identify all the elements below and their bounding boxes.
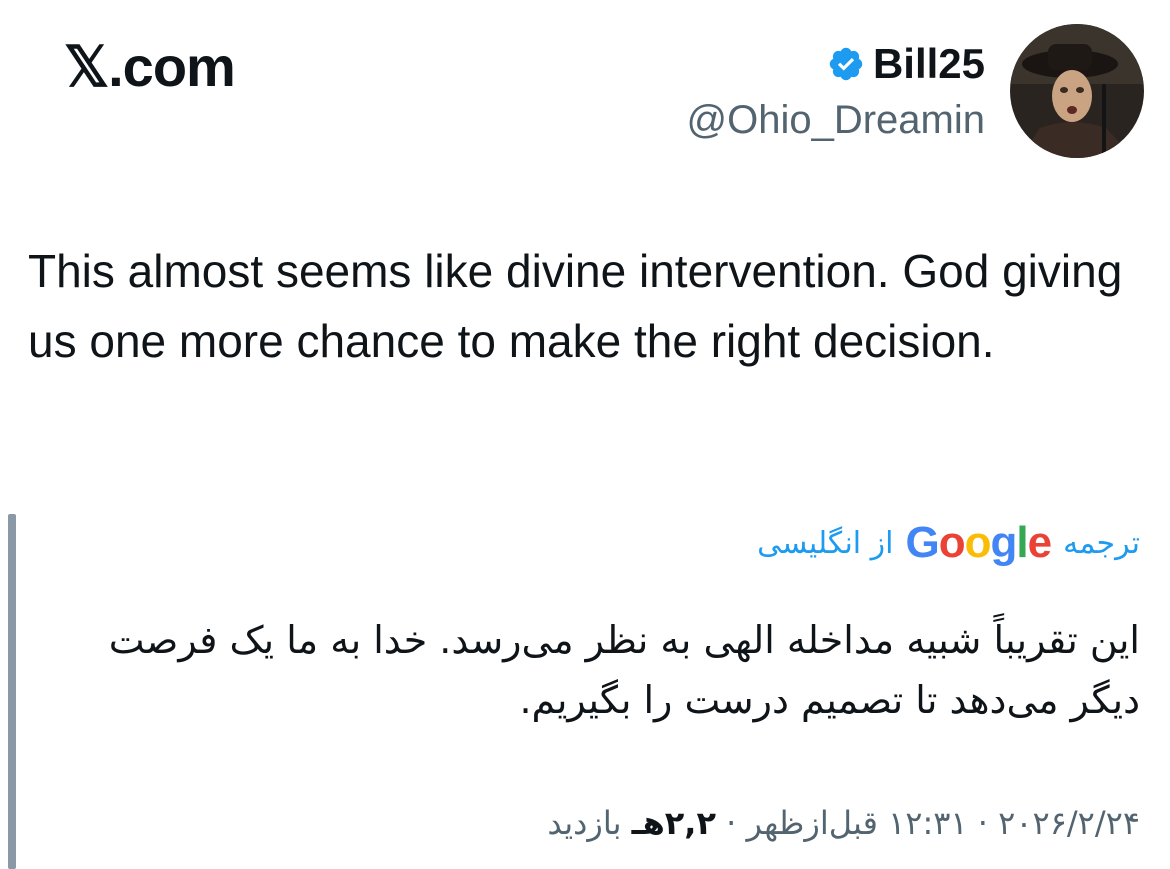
tweet-date[interactable]: ۲۰۲۶/۲/۲۴: [998, 804, 1140, 842]
meta-separator: ·: [977, 804, 988, 842]
author-name-row: Bill25: [687, 40, 985, 88]
avatar[interactable]: [1010, 24, 1144, 158]
tweet-time[interactable]: ۱۲:۳۱ قبل‌ازظهر: [747, 804, 968, 842]
author-block[interactable]: Bill25 @Ohio_Dreamin: [687, 40, 986, 143]
translated-text: این تقریباً شبیه مداخله الهی به نظر می‌ر…: [108, 618, 1140, 722]
translate-attribution[interactable]: ترجمه Google از انگلیسی: [757, 518, 1140, 568]
views-label: بازدید: [547, 804, 622, 842]
site-label: 𝕏.com: [64, 35, 236, 98]
tweet-screenshot: 𝕏.com Bill25 @Ohio_Dreamin This almost s…: [0, 0, 1170, 869]
tweet-text: This almost seems like divine interventi…: [28, 245, 1123, 367]
avatar-image: [1010, 24, 1144, 158]
views-count[interactable]: ۲,۲هـ: [632, 804, 716, 842]
author-handle[interactable]: @Ohio_Dreamin: [687, 98, 986, 143]
translate-prefix-label[interactable]: ترجمه: [1063, 526, 1140, 561]
meta-separator: ·: [726, 804, 737, 842]
google-logo: Google: [905, 518, 1053, 567]
translation-quote-bar: [8, 514, 16, 869]
tweet-meta: ۲۰۲۶/۲/۲۴ · ۱۲:۳۱ قبل‌ازظهر · ۲,۲هـ بازد…: [547, 804, 1140, 842]
author-display-name[interactable]: Bill25: [873, 40, 985, 88]
translate-suffix-label[interactable]: از انگلیسی: [757, 526, 893, 561]
verified-badge-icon: [829, 47, 863, 81]
